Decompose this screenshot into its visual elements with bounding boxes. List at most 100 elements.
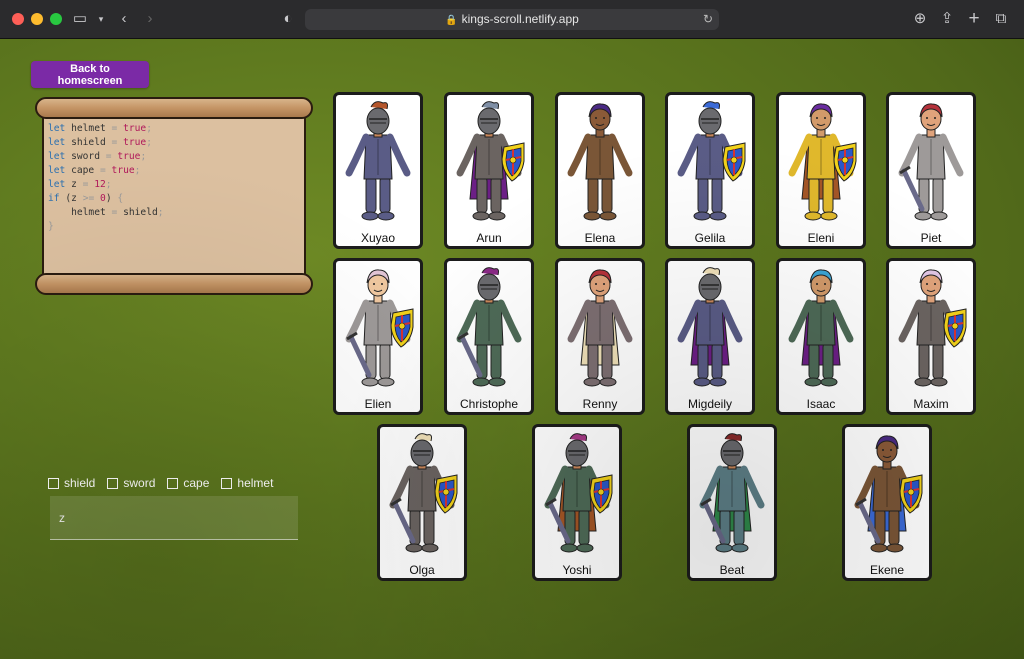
checkbox-helmet[interactable]	[221, 477, 233, 489]
character-name: Olga	[409, 563, 435, 577]
code-line: let sword = true;	[48, 150, 164, 164]
code-token: true	[111, 165, 135, 176]
share-icon[interactable]: ⇪	[937, 9, 957, 29]
code-line: let cape = true;	[48, 164, 164, 178]
character-card-christophe[interactable]: Christophe	[444, 258, 534, 415]
lock-icon: 🔒	[445, 15, 458, 26]
character-card-olga[interactable]: Olga	[377, 424, 467, 581]
checkbox-sword[interactable]	[107, 477, 119, 489]
character-name: Isaac	[806, 397, 836, 411]
code-token: helmet	[65, 123, 112, 134]
filter-shield[interactable]: shield	[48, 476, 95, 490]
back-to-homescreen-button[interactable]: Back to homescreen	[31, 61, 149, 88]
code-token: ;	[146, 137, 152, 148]
code-token: ;	[157, 207, 164, 218]
character-name: Elien	[364, 397, 392, 411]
code-token: z	[65, 179, 83, 190]
code-token: true	[123, 137, 147, 148]
code-token: >=	[82, 193, 95, 204]
game-page: Back to homescreen let helmet = true; let…	[0, 39, 1024, 659]
character-card-yoshi[interactable]: Yoshi	[532, 424, 622, 581]
back-icon[interactable]: ‹	[114, 9, 134, 29]
character-card-eleni[interactable]: Eleni	[776, 92, 866, 249]
code-line: }	[48, 220, 164, 234]
code-token: ;	[140, 151, 147, 162]
character-name: Eleni	[807, 231, 835, 245]
code-scroll: let helmet = true; let shield = true; let …	[35, 97, 313, 297]
code-token: let	[48, 151, 66, 162]
code-block: let helmet = true; let shield = true; let …	[48, 122, 164, 234]
code-line: let helmet = true;	[48, 122, 164, 136]
character-card-elena[interactable]: Elena	[555, 92, 645, 249]
filter-label: shield	[64, 476, 96, 490]
character-name: Yoshi	[562, 563, 592, 577]
code-token: let	[48, 179, 66, 190]
character-name: Maxim	[913, 397, 949, 411]
code-token: shield	[117, 207, 158, 218]
minimize-window-button[interactable]	[31, 13, 43, 25]
code-line: let shield = true;	[48, 136, 164, 150]
character-name: Ekene	[869, 563, 905, 577]
code-token: let	[48, 123, 66, 134]
code-token: ;	[134, 165, 141, 176]
checkbox-cape[interactable]	[167, 477, 179, 489]
code-token: let	[48, 165, 66, 176]
code-token: )	[105, 193, 118, 204]
code-token: let	[48, 137, 66, 148]
character-card-migdeily[interactable]: Migdeily	[665, 258, 755, 415]
character-name: Christophe	[459, 397, 519, 411]
browser-toolbar: ▭ ▾ ‹ › ◐ 🔒 kings-scroll.netlify.app ↻ ⊕ …	[0, 0, 1024, 39]
character-name: Migdeily	[687, 397, 732, 411]
character-card-ekene[interactable]: Ekene	[842, 424, 932, 581]
reload-icon[interactable]: ↻	[703, 9, 713, 30]
answer-input[interactable]	[50, 496, 298, 540]
forward-icon[interactable]: ›	[140, 9, 160, 29]
chevron-down-icon[interactable]: ▾	[91, 9, 111, 29]
new-tab-icon[interactable]: +	[964, 9, 984, 29]
code-line: if (z >= 0) {	[48, 192, 164, 206]
code-token: ;	[105, 179, 112, 190]
character-name: Piet	[920, 231, 942, 245]
character-name: Arun	[476, 231, 502, 245]
download-icon[interactable]: ⊕	[910, 9, 930, 29]
character-card-elien[interactable]: Elien	[333, 258, 423, 415]
code-token: shield	[65, 137, 112, 148]
filter-label: sword	[123, 476, 156, 490]
scroll-bottom-roll	[35, 273, 313, 295]
character-card-isaac[interactable]: Isaac	[776, 258, 866, 415]
url-text: kings-scroll.netlify.app	[461, 12, 579, 26]
code-token: }	[48, 221, 54, 232]
character-card-arun[interactable]: Arun	[444, 92, 534, 249]
sidebar-icon[interactable]: ▭	[70, 9, 90, 29]
checkbox-shield[interactable]	[48, 477, 59, 489]
character-name: Xuyao	[360, 231, 396, 245]
code-token: 12	[94, 179, 106, 190]
filter-cape[interactable]: cape	[167, 476, 209, 490]
window-controls	[12, 13, 62, 25]
scroll-top-roll	[35, 97, 313, 119]
shield-privacy-icon[interactable]: ◐	[278, 9, 298, 29]
close-window-button[interactable]	[12, 13, 24, 25]
code-token: true	[123, 123, 147, 134]
filter-sword[interactable]: sword	[107, 476, 155, 490]
code-token: sword	[65, 151, 106, 162]
zoom-window-button[interactable]	[50, 13, 62, 25]
character-card-gelila[interactable]: Gelila	[665, 92, 755, 249]
character-card-xuyao[interactable]: Xuyao	[333, 92, 423, 249]
character-name: Elena	[584, 231, 616, 245]
filter-label: helmet	[237, 476, 274, 490]
code-token: if	[48, 193, 60, 204]
filter-label: cape	[183, 476, 210, 490]
address-bar[interactable]: 🔒 kings-scroll.netlify.app ↻	[305, 9, 719, 30]
character-card-renny[interactable]: Renny	[555, 258, 645, 415]
tab-overview-icon[interactable]: ⧉	[991, 9, 1011, 29]
code-token: ;	[146, 123, 152, 134]
character-card-beat[interactable]: Beat	[687, 424, 777, 581]
code-token: cape	[65, 165, 100, 176]
character-card-piet[interactable]: Piet	[886, 92, 976, 249]
code-token: true	[117, 151, 141, 162]
code-line: let z = 12;	[48, 178, 164, 192]
character-card-maxim[interactable]: Maxim	[886, 258, 976, 415]
filter-helmet[interactable]: helmet	[221, 476, 273, 490]
code-token: z	[71, 193, 83, 204]
